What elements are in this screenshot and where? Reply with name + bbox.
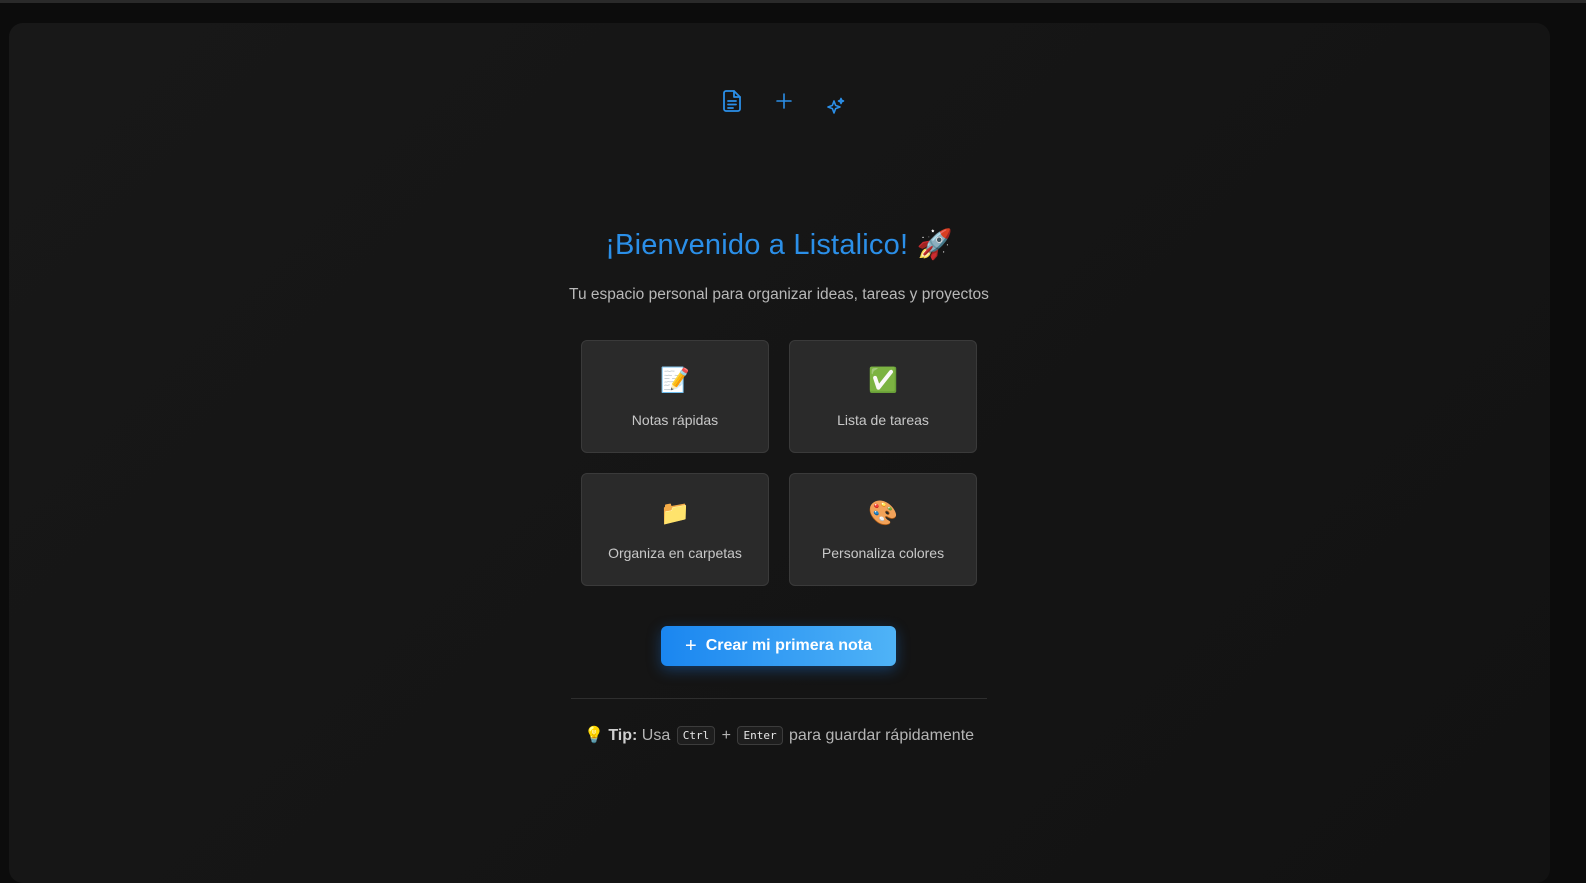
feature-card-quick-notes: 📝 Notas rápidas <box>581 340 769 453</box>
feature-grid: 📝 Notas rápidas ✅ Lista de tareas 📁 Orga… <box>581 340 977 586</box>
tip-text-before: Usa <box>641 727 671 744</box>
feature-label: Organiza en carpetas <box>608 545 742 561</box>
welcome-title: ¡Bienvenido a Listalico! 🚀 <box>0 228 1558 262</box>
feature-label: Notas rápidas <box>631 412 719 428</box>
kbd-ctrl: Ctrl <box>676 726 716 745</box>
sparkles-icon[interactable] <box>825 88 847 114</box>
create-first-note-label: Crear mi primera nota <box>705 637 872 654</box>
check-box-icon: ✅ <box>868 367 898 394</box>
feature-label: Personaliza colores <box>821 545 945 561</box>
plus-icon[interactable] <box>773 88 795 114</box>
lightbulb-icon: 💡 <box>583 727 604 744</box>
tip-plus: + <box>721 727 731 744</box>
palette-icon: 🎨 <box>868 500 898 527</box>
welcome-title-text: ¡Bienvenido a Listalico! <box>605 229 909 261</box>
folder-icon: 📁 <box>660 500 690 527</box>
window-top-border <box>0 0 1586 3</box>
feature-card-task-list: ✅ Lista de tareas <box>789 340 977 453</box>
tip-text-after: para guardar rápidamente <box>789 727 975 744</box>
rocket-icon: 🚀 <box>916 229 953 261</box>
plus-icon: + <box>685 635 697 657</box>
file-text-icon[interactable] <box>721 88 743 114</box>
tip-label: Tip: <box>608 727 638 744</box>
tip-line: 💡 Tip: Usa Ctrl + Enter para guardar ráp… <box>0 725 1558 745</box>
feature-card-folders: 📁 Organiza en carpetas <box>581 473 769 586</box>
divider <box>571 698 987 699</box>
memo-icon: 📝 <box>660 367 690 394</box>
feature-card-colors: 🎨 Personaliza colores <box>789 473 977 586</box>
kbd-enter: Enter <box>737 726 783 745</box>
create-first-note-button[interactable]: + Crear mi primera nota <box>661 626 896 666</box>
feature-label: Lista de tareas <box>837 412 929 428</box>
welcome-subtitle: Tu espacio personal para organizar ideas… <box>569 286 989 303</box>
top-icon-group <box>0 88 1568 132</box>
